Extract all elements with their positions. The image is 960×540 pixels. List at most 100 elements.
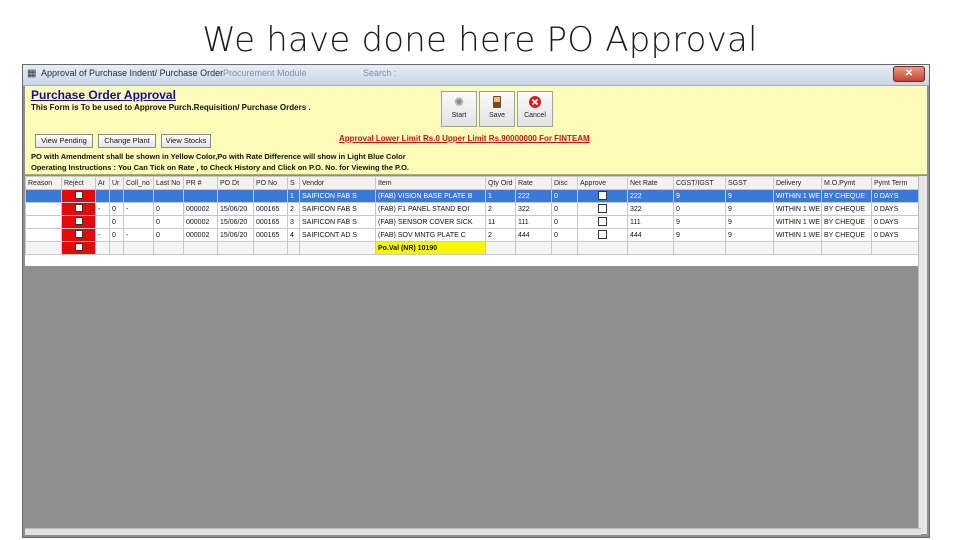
- reject-checkbox[interactable]: [74, 204, 83, 212]
- column-header[interactable]: PR #: [183, 176, 218, 190]
- column-header[interactable]: PO No: [253, 176, 288, 190]
- table-cell[interactable]: 000165: [253, 202, 288, 216]
- table-cell: BY CHEQUE: [821, 189, 872, 203]
- view-stocks-button[interactable]: View Stocks: [161, 134, 211, 148]
- column-header[interactable]: Reject: [61, 176, 96, 190]
- column-header[interactable]: Last No: [153, 176, 184, 190]
- approve-checkbox[interactable]: [598, 190, 607, 200]
- slide-title: We have done here PO Approval: [202, 20, 758, 60]
- column-header[interactable]: Item: [375, 176, 486, 190]
- column-header[interactable]: Net Rate: [627, 176, 674, 190]
- total-cell: [183, 241, 218, 255]
- column-header[interactable]: Vendor: [299, 176, 376, 190]
- approval-limit-text: Approval Lower Limit Rs.0 Upper Limit Rs…: [339, 134, 590, 143]
- table-cell: 0 DAYS: [871, 215, 922, 229]
- table-cell: 11: [485, 215, 516, 229]
- approve-checkbox[interactable]: [598, 229, 607, 239]
- table-cell[interactable]: 222: [515, 189, 552, 203]
- view-pending-button[interactable]: View Pending: [35, 134, 93, 148]
- total-cell: [287, 241, 300, 255]
- table-cell: (FAB) VISION BASE PLATE B: [375, 189, 486, 203]
- column-header[interactable]: PO Dt: [217, 176, 254, 190]
- column-header[interactable]: Approve: [577, 176, 628, 190]
- column-header[interactable]: Pymt Term: [871, 176, 922, 190]
- operating-instructions: Operating Instructions : You Can Tick on…: [31, 163, 409, 172]
- reject-checkbox[interactable]: [74, 217, 83, 225]
- reject-checkbox[interactable]: [74, 191, 83, 199]
- table-cell[interactable]: [253, 189, 288, 203]
- column-header[interactable]: Coll_no: [123, 176, 154, 190]
- table-cell: SAIFICON FAB S: [299, 202, 376, 216]
- approve-checkbox[interactable]: [598, 203, 607, 213]
- table-cell[interactable]: 000165: [253, 215, 288, 229]
- column-header[interactable]: Disc: [551, 176, 578, 190]
- approve-checkbox-cell[interactable]: [577, 228, 628, 242]
- table-cell: BY CHEQUE: [821, 228, 872, 242]
- table-cell: 3: [287, 215, 300, 229]
- table-row[interactable]: -0-0 000002 15/06/20 000165 2 SAIFICON FAB S(…: [25, 202, 922, 216]
- total-cell: [871, 241, 922, 255]
- column-header[interactable]: S: [287, 176, 300, 190]
- cancel-icon: [528, 95, 542, 109]
- table-cell: [25, 202, 62, 216]
- column-header[interactable]: Reason: [25, 176, 62, 190]
- window-titlebar[interactable]: ▦ Approval of Purchase Indent/ Purchase …: [23, 65, 929, 86]
- table-cell: 15/06/20: [217, 228, 254, 242]
- column-header[interactable]: Qty Ord: [485, 176, 516, 190]
- table-cell: -: [95, 228, 110, 242]
- table-cell: 0: [551, 215, 578, 229]
- column-header[interactable]: Ur: [109, 176, 124, 190]
- table-cell: 0: [551, 202, 578, 216]
- table-row[interactable]: 0 0 000002 15/06/20 000165 3 SAIFICON FAB S (FA…: [25, 215, 922, 229]
- table-cell: 2: [485, 228, 516, 242]
- start-button[interactable]: ✺ Start: [441, 91, 477, 127]
- total-cell: [253, 241, 288, 255]
- vertical-scrollbar[interactable]: [918, 176, 927, 534]
- close-button[interactable]: ✕: [893, 66, 925, 82]
- table-cell[interactable]: 000165: [253, 228, 288, 242]
- reject-checkbox-cell[interactable]: [61, 202, 96, 216]
- column-header[interactable]: SGST: [725, 176, 774, 190]
- table-cell: (FAB) F1 PANEL STAND EOI: [375, 202, 486, 216]
- column-header[interactable]: M.O.Pymt: [821, 176, 872, 190]
- table-cell[interactable]: 322: [515, 202, 552, 216]
- column-header[interactable]: Rate: [515, 176, 552, 190]
- reject-checkbox-cell[interactable]: [61, 228, 96, 242]
- table-cell[interactable]: 111: [515, 215, 552, 229]
- table-cell: 000002: [183, 215, 218, 229]
- save-button[interactable]: Save: [479, 91, 515, 127]
- table-cell: 000002: [183, 228, 218, 242]
- reject-checkbox[interactable]: [74, 230, 83, 238]
- column-header[interactable]: Ar: [95, 176, 110, 190]
- table-row[interactable]: 1 SAIFICON FAB S (FAB) VISION BASE PLATE B…: [25, 189, 922, 203]
- approve-checkbox-cell[interactable]: [577, 189, 628, 203]
- cancel-button[interactable]: Cancel: [517, 91, 553, 127]
- table-cell: 9: [673, 189, 726, 203]
- table-cell: [123, 189, 154, 203]
- po-table: Reason Reject Ar Ur Coll_no Last No PR # PO Dt P…: [25, 176, 922, 255]
- background-window-title: Procurement Module: [223, 68, 307, 78]
- table-cell: -: [95, 202, 110, 216]
- table-cell: WITHIN 1 WE: [773, 228, 822, 242]
- approve-checkbox[interactable]: [598, 216, 607, 226]
- table-cell: 9: [725, 189, 774, 203]
- total-cell: [95, 241, 110, 255]
- column-header[interactable]: Delivery: [773, 176, 822, 190]
- total-row: Po.Val (NR) 10190: [25, 241, 922, 255]
- column-header[interactable]: CGST/IGST: [673, 176, 726, 190]
- reject-checkbox-cell[interactable]: [61, 189, 96, 203]
- table-cell[interactable]: 444: [515, 228, 552, 242]
- app-icon: ▦: [27, 68, 37, 79]
- reject-checkbox-cell[interactable]: [61, 215, 96, 229]
- approve-checkbox-cell[interactable]: [577, 202, 628, 216]
- approve-checkbox-cell[interactable]: [577, 215, 628, 229]
- reject-all-checkbox[interactable]: [74, 243, 83, 251]
- change-plant-button[interactable]: Change Plant: [98, 134, 156, 148]
- table-row[interactable]: -0-0 000002 15/06/20 000165 4 SAIFICONT AD S(…: [25, 228, 922, 242]
- table-cell: (FAB) SENSOR COVER SICK: [375, 215, 486, 229]
- total-cell: [123, 241, 154, 255]
- form-title: Purchase Order Approval: [31, 88, 176, 102]
- table-cell: SAIFICON FAB S: [299, 189, 376, 203]
- table-cell: 0: [673, 202, 726, 216]
- horizontal-scrollbar[interactable]: [25, 528, 921, 535]
